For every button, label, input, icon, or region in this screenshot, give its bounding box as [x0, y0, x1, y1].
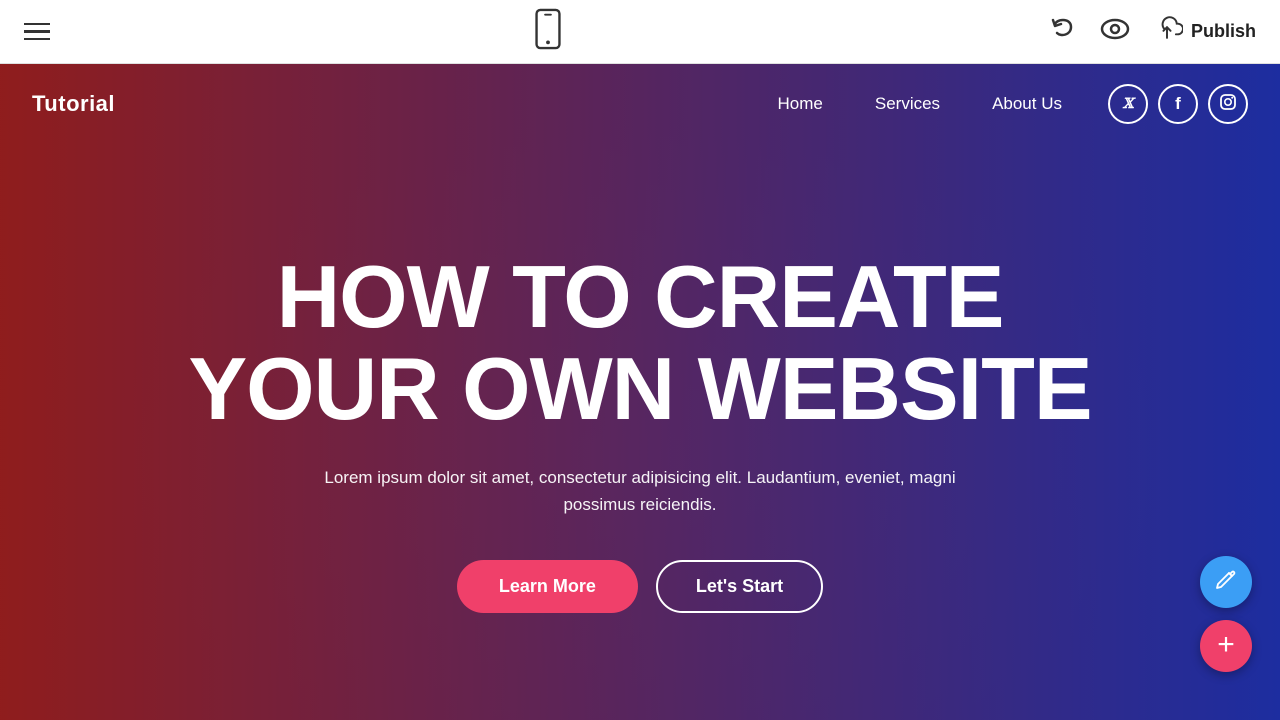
- website-preview: Tutorial Home Services About Us 𝕏 f: [0, 64, 1280, 720]
- social-twitter-icon[interactable]: 𝕏: [1108, 84, 1148, 124]
- publish-cloud-icon: [1151, 15, 1183, 48]
- social-facebook-icon[interactable]: f: [1158, 84, 1198, 124]
- site-nav: Tutorial Home Services About Us 𝕏 f: [0, 64, 1280, 144]
- eye-icon[interactable]: [1099, 15, 1131, 48]
- site-logo: Tutorial: [32, 91, 115, 117]
- toolbar-left: [24, 23, 50, 41]
- hero-title: HOW TO CREATE YOUR OWN WEBSITE: [188, 251, 1091, 436]
- hero-subtitle: Lorem ipsum dolor sit amet, consectetur …: [300, 464, 980, 518]
- nav-home[interactable]: Home: [756, 86, 845, 122]
- phone-icon[interactable]: [534, 8, 562, 55]
- lets-start-button[interactable]: Let's Start: [656, 560, 823, 613]
- undo-icon[interactable]: [1047, 13, 1079, 50]
- hamburger-icon[interactable]: [24, 23, 50, 41]
- nav-services[interactable]: Services: [853, 86, 962, 122]
- publish-label: Publish: [1191, 21, 1256, 42]
- hero-buttons: Learn More Let's Start: [457, 560, 823, 613]
- pencil-icon: [1215, 568, 1237, 596]
- social-icons: 𝕏 f: [1108, 84, 1248, 124]
- fab-add-button[interactable]: +: [1200, 620, 1252, 672]
- social-instagram-icon[interactable]: [1208, 84, 1248, 124]
- toolbar-right: Publish: [1047, 13, 1256, 50]
- fab-edit-button[interactable]: [1200, 556, 1252, 608]
- toolbar-center: [534, 8, 562, 55]
- learn-more-button[interactable]: Learn More: [457, 560, 638, 613]
- toolbar: Publish: [0, 0, 1280, 64]
- hero-content: HOW TO CREATE YOUR OWN WEBSITE Lorem ips…: [0, 144, 1280, 720]
- plus-icon: +: [1217, 630, 1235, 660]
- publish-button[interactable]: Publish: [1151, 15, 1256, 48]
- nav-about[interactable]: About Us: [970, 86, 1084, 122]
- site-nav-right: Home Services About Us 𝕏 f: [756, 84, 1248, 124]
